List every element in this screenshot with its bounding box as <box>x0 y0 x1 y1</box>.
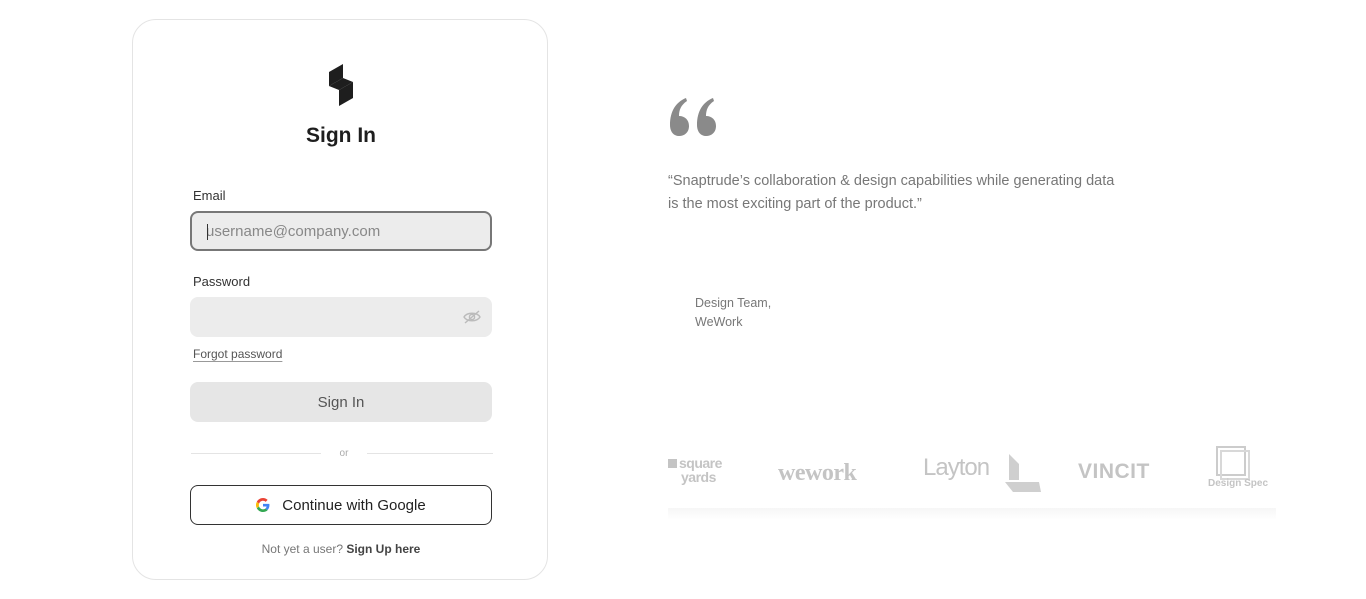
password-label: Password <box>193 274 251 289</box>
continue-with-google-button[interactable]: Continue with Google <box>190 485 492 525</box>
layton-mark-icon <box>1005 454 1041 492</box>
google-button-label: Continue with Google <box>282 496 426 514</box>
password-field-wrapper <box>190 297 492 337</box>
eye-hidden-icon[interactable] <box>462 307 482 327</box>
email-label: Email <box>193 188 226 203</box>
client-logo-wework: wework <box>778 460 857 486</box>
squareyards-mark-icon <box>668 459 677 468</box>
password-field[interactable] <box>190 297 492 337</box>
client-logos: square yards wework Layton VINCIT Design… <box>668 446 1278 506</box>
author-company: WeWork <box>695 315 743 329</box>
google-icon <box>256 498 270 512</box>
divider-left <box>191 453 321 454</box>
client-logo-designspec: Design Spec <box>1208 446 1274 496</box>
email-field-wrapper <box>190 211 492 251</box>
snaptrude-logo-icon <box>329 64 353 106</box>
quote-icon <box>670 98 716 136</box>
page-title: Sign In <box>306 124 376 147</box>
text-caret <box>207 224 208 240</box>
page: Sign In Email Password Forgot password S… <box>0 0 1366 599</box>
forgot-password-link[interactable]: Forgot password <box>193 347 282 361</box>
author-team: Design Team, <box>695 296 772 310</box>
email-field[interactable] <box>192 213 490 249</box>
client-logo-layton: Layton <box>923 454 990 481</box>
logos-shadow <box>668 508 1276 520</box>
sign-up-link[interactable]: Sign Up here <box>346 542 420 556</box>
client-logo-vincit: VINCIT <box>1078 460 1150 483</box>
testimonial-author: Design Team, WeWork <box>695 294 771 332</box>
testimonial-quote: “Snaptrude’s collaboration & design capa… <box>668 173 1115 212</box>
signin-card: Sign In Email Password Forgot password S… <box>132 19 548 580</box>
signup-prompt-text: Not yet a user? <box>261 542 343 556</box>
client-logo-squareyards: square yards <box>668 456 722 484</box>
sign-in-button[interactable]: Sign In <box>190 382 492 422</box>
signup-prompt: Not yet a user? Sign Up here <box>133 542 549 556</box>
divider-right <box>367 453 493 454</box>
divider-text: or <box>339 448 349 459</box>
